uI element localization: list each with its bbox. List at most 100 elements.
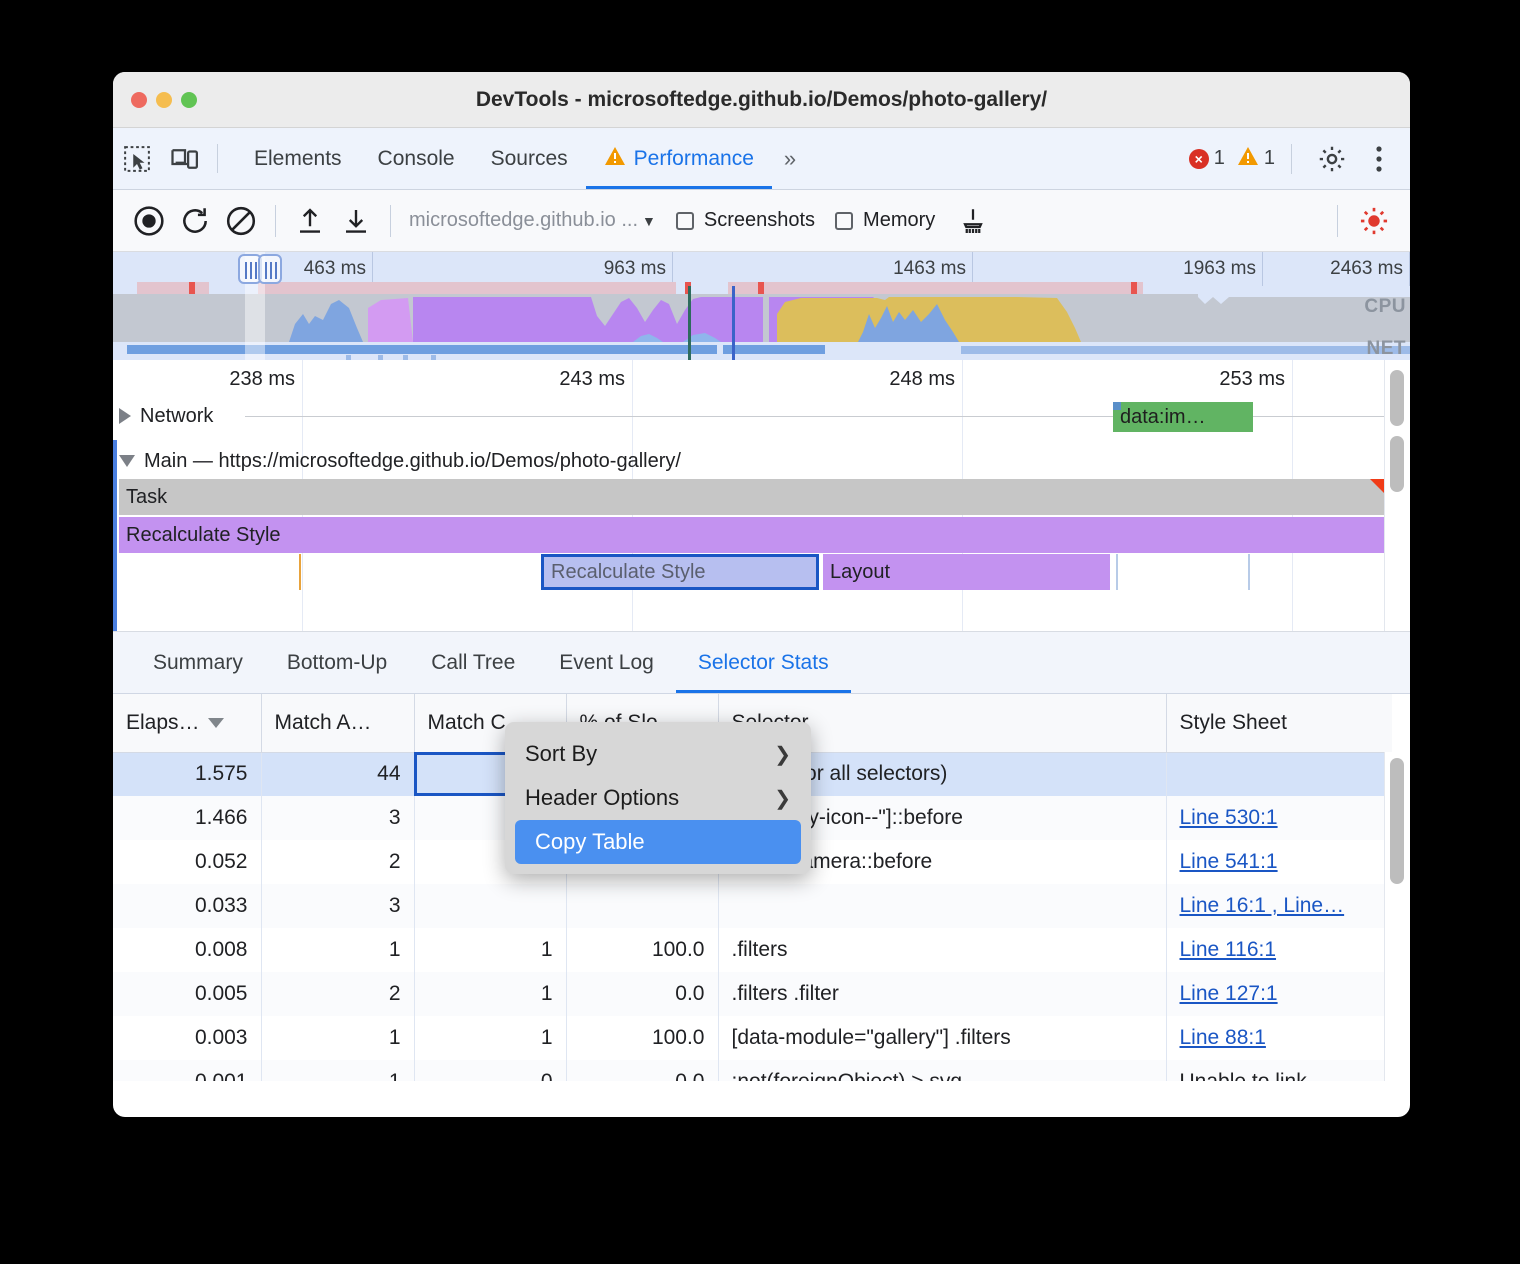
stylesheet-link[interactable]: Line 541:1 [1180, 850, 1278, 873]
memory-checkbox[interactable]: Memory [835, 209, 935, 232]
column-header-elapsed[interactable]: Elaps… [113, 694, 261, 752]
tab-console[interactable]: Console [360, 128, 473, 189]
record-button[interactable] [127, 199, 171, 243]
flame-scrollbar-thumb-main[interactable] [1390, 436, 1404, 492]
main-group-label: Main — https://microsoftedge.github.io/D… [144, 450, 681, 473]
timeline-overview[interactable]: 463 ms963 ms1463 ms1963 ms2463 ms [113, 252, 1410, 360]
cell-elapsed: 0.033 [113, 884, 261, 928]
minimize-window-button[interactable] [156, 92, 172, 108]
memory-checkbox-box [835, 212, 853, 230]
cell-elapsed: 0.003 [113, 1016, 261, 1060]
capture-settings-gear-icon[interactable] [1352, 199, 1396, 243]
flame-event-task[interactable]: Task [119, 479, 1384, 515]
column-header-match-attempts[interactable]: Match A… [261, 694, 414, 752]
tab-call-tree[interactable]: Call Tree [409, 632, 537, 693]
overview-net-band-4 [768, 282, 1143, 294]
cell-selector: [data-module="gallery"] .filters [718, 1016, 1166, 1060]
overview-net-band-2 [258, 282, 676, 294]
network-event-data-image[interactable]: data:im… [1113, 402, 1253, 432]
clear-recording-button[interactable] [219, 199, 263, 243]
tab-sources[interactable]: Sources [473, 128, 586, 189]
overview-net-line-1 [127, 345, 717, 354]
tab-selector-stats[interactable]: Selector Stats [676, 632, 851, 693]
table-row[interactable]: 0.001 1 0 0.0 :not(foreignObject) > svg … [113, 1060, 1392, 1081]
stylesheet-link[interactable]: Line 127:1 [1180, 982, 1278, 1005]
tab-event-log[interactable]: Event Log [537, 632, 676, 693]
main-group-header[interactable]: Main — https://microsoftedge.github.io/D… [113, 442, 1410, 480]
cell-stylesheet: Unable to link [1166, 1060, 1392, 1081]
cell-stylesheet[interactable]: Line 116:1 [1166, 928, 1392, 972]
overview-drag-handle-right[interactable] [258, 254, 282, 284]
cell-match-count: 1 [414, 928, 566, 972]
table-row[interactable]: 0.033 3 Line 16:1 , Line… [113, 884, 1392, 928]
context-menu-sort-by-label: Sort By [525, 741, 597, 767]
close-window-button[interactable] [131, 92, 147, 108]
table-row[interactable]: 0.008 1 1 100.0 .filters Line 116:1 [113, 928, 1392, 972]
cell-stylesheet[interactable]: Line 541:1 [1166, 840, 1392, 884]
cell-stylesheet[interactable]: Line 88:1 [1166, 1016, 1392, 1060]
cell-stylesheet[interactable]: Line 530:1 [1166, 796, 1392, 840]
tab-performance[interactable]: Performance [586, 128, 772, 189]
more-tabs-icon[interactable]: » [772, 128, 805, 189]
tab-elements[interactable]: Elements [236, 128, 360, 189]
cell-match-attempts: 44 [261, 752, 414, 796]
cell-stylesheet[interactable]: Line 127:1 [1166, 972, 1392, 1016]
flame-scrollbar-thumb-top[interactable] [1390, 370, 1404, 426]
tab-summary[interactable]: Summary [131, 632, 265, 693]
stylesheet-link[interactable]: Line 88:1 [1180, 1026, 1266, 1049]
stylesheet-link[interactable]: Line 530:1 [1180, 806, 1278, 829]
context-menu-item-copy-table[interactable]: Copy Table [515, 820, 801, 864]
settings-gear-icon[interactable] [1308, 144, 1356, 174]
stylesheet-link[interactable]: Line 16:1 , Line… [1180, 894, 1345, 917]
cell-match-count: 0 [414, 1060, 566, 1081]
cell-elapsed: 1.575 [113, 752, 261, 796]
context-menu-item-sort-by[interactable]: Sort By ❯ [505, 732, 811, 776]
flame-event-recalculate-style-selected[interactable]: Recalculate Style [541, 554, 819, 590]
maximize-window-button[interactable] [181, 92, 197, 108]
screenshots-checkbox[interactable]: Screenshots [676, 209, 815, 232]
collect-garbage-icon[interactable] [951, 199, 995, 243]
toolbar-divider-2 [275, 205, 276, 237]
device-toolbar-icon[interactable] [161, 128, 209, 189]
flame-marker-orange [299, 554, 301, 590]
selector-stats-table-container[interactable]: Elaps… Match A… Match C… % of Slo… Selec… [113, 694, 1410, 1081]
overview-tick-3: 1963 ms [973, 252, 1263, 286]
flame-event-recalculate-style-track[interactable]: Recalculate Style [119, 517, 1384, 553]
cell-selector [718, 884, 1166, 928]
stylesheet-link[interactable]: Line 116:1 [1180, 938, 1277, 961]
expand-triangle-icon[interactable] [119, 408, 131, 424]
tab-bottom-up[interactable]: Bottom-Up [265, 632, 409, 693]
table-row[interactable]: 0.003 1 1 100.0 [data-module="gallery"] … [113, 1016, 1392, 1060]
error-count-badge[interactable]: × 1 [1189, 147, 1225, 170]
collapse-triangle-icon[interactable] [119, 455, 135, 467]
warning-count-badge[interactable]: 1 [1237, 146, 1275, 172]
column-header-stylesheet[interactable]: Style Sheet [1166, 694, 1392, 752]
cell-match-attempts: 3 [261, 884, 414, 928]
load-profile-icon[interactable] [288, 199, 332, 243]
performance-toolbar: microsoftedge.github.io ... ▼ Screenshot… [113, 190, 1410, 252]
warning-triangle-icon [604, 146, 626, 172]
cell-stylesheet[interactable]: Line 16:1 , Line… [1166, 884, 1392, 928]
flame-group-main[interactable]: Main — https://microsoftedge.github.io/D… [113, 442, 1410, 480]
network-event-label: data:im… [1120, 406, 1206, 429]
context-menu[interactable]: Sort By ❯ Header Options ❯ Copy Table [505, 722, 811, 874]
cell-pct-slow: 0.0 [566, 972, 718, 1016]
table-row[interactable]: 0.005 2 1 0.0 .filters .filter Line 127:… [113, 972, 1392, 1016]
overview-net-marker-1 [189, 282, 195, 294]
window-controls[interactable] [131, 92, 197, 108]
url-dropdown[interactable]: microsoftedge.github.io ... ▼ [409, 209, 656, 232]
details-tabbar: Summary Bottom-Up Call Tree Event Log Se… [113, 632, 1410, 694]
context-menu-item-header-options[interactable]: Header Options ❯ [505, 776, 811, 820]
inspect-element-icon[interactable] [113, 128, 161, 189]
cell-match-count [414, 884, 566, 928]
error-icon: × [1189, 149, 1209, 169]
error-count-label: 1 [1214, 147, 1225, 170]
window-titlebar: DevTools - microsoftedge.github.io/Demos… [113, 72, 1410, 128]
table-scrollbar-thumb[interactable] [1390, 758, 1404, 884]
more-options-icon[interactable] [1362, 144, 1396, 174]
reload-and-record-button[interactable] [173, 199, 217, 243]
cell-match-count: 1 [414, 972, 566, 1016]
flame-chart[interactable]: 238 ms 243 ms 248 ms 253 ms Network data… [113, 360, 1410, 632]
flame-event-layout[interactable]: Layout [823, 554, 1110, 590]
save-profile-icon[interactable] [334, 199, 378, 243]
